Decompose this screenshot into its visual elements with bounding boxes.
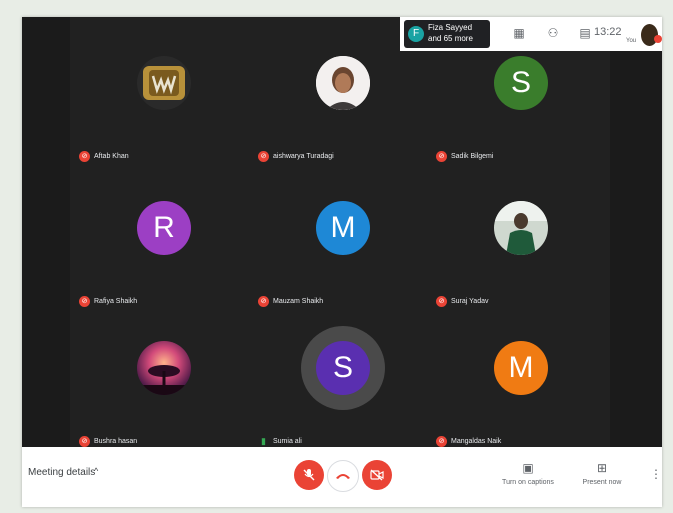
participant-name: Bushra hasan: [94, 438, 138, 445]
video-grid: ⊘ Aftab Khan ⊘ aishwarya Turadagi S ⊘ Sa…: [22, 17, 662, 447]
leave-call-button[interactable]: [327, 460, 359, 492]
initial-avatar: S: [494, 56, 548, 110]
people-icon[interactable]: ⚇: [546, 26, 560, 40]
viewer-name: Fiza Sayyed: [428, 23, 473, 32]
clock-time: 13:22: [594, 26, 622, 38]
participant-tile[interactable]: ⊘ aishwarya Turadagi: [256, 32, 406, 162]
participant-tile[interactable]: ⊘ Suraj Yadav: [434, 177, 584, 307]
muted-mic-icon: ⊘: [79, 151, 90, 162]
present-label: Present now: [582, 479, 622, 486]
participant-tile-speaking[interactable]: S ▮ Sumia ali: [256, 317, 406, 447]
participants-chip[interactable]: F Fiza Sayyed and 65 more: [404, 20, 490, 48]
muted-mic-icon: ⊘: [436, 296, 447, 307]
participant-name: aishwarya Turadagi: [273, 153, 334, 160]
captions-label: Turn on captions: [502, 479, 554, 486]
meeting-details-button[interactable]: Meeting details: [28, 467, 95, 478]
info-icon[interactable]: ▦: [512, 26, 526, 40]
participant-name: Mangaldas Naik: [451, 438, 502, 445]
camera-off-button[interactable]: [362, 460, 392, 490]
participant-tile[interactable]: M ⊘ Mangaldas Naik: [434, 317, 584, 447]
present-now-button[interactable]: ⊞ Present now: [578, 461, 626, 486]
muted-mic-icon: ⊘: [79, 436, 90, 447]
initial-avatar: S: [316, 341, 370, 395]
mic-active-icon: ▮: [261, 436, 266, 446]
participant-tile[interactable]: S ⊘ Sadik Bilgemi: [434, 32, 584, 162]
participant-name: Sumia ali: [273, 438, 302, 445]
viewer-text: Fiza Sayyed and 65 more: [428, 22, 488, 44]
participant-name: Suraj Yadav: [451, 298, 489, 305]
muted-mic-icon: ⊘: [258, 151, 269, 162]
mic-off-button[interactable]: [294, 460, 324, 490]
you-label: You: [626, 38, 637, 44]
initial-avatar: M: [316, 201, 370, 255]
initial-avatar: M: [494, 341, 548, 395]
chat-icon[interactable]: ▤: [578, 26, 592, 40]
participant-name: Mauzam Shaikh: [273, 298, 324, 305]
present-icon: ⊞: [596, 461, 608, 475]
participant-tile[interactable]: ⊘ Bushra hasan: [77, 317, 227, 447]
chevron-up-icon[interactable]: ^: [94, 466, 98, 476]
more-options-icon[interactable]: ⋮: [650, 467, 662, 481]
participant-tile[interactable]: R ⊘ Rafiya Shaikh: [77, 177, 227, 307]
bottom-control-bar: Meeting details ^ ▣ Turn on captions ⊞ P…: [22, 447, 662, 507]
participant-name: Rafiya Shaikh: [94, 298, 138, 305]
meet-window: ⊘ Aftab Khan ⊘ aishwarya Turadagi S ⊘ Sa…: [22, 17, 662, 507]
participant-tile[interactable]: ⊘ Aftab Khan: [77, 32, 227, 162]
muted-mic-icon: ⊘: [436, 151, 447, 162]
viewer-more: and 65 more: [428, 34, 473, 43]
initial-avatar: R: [137, 201, 191, 255]
captions-button[interactable]: ▣ Turn on captions: [498, 461, 558, 486]
muted-mic-icon: ⊘: [79, 296, 90, 307]
top-right-bar: F Fiza Sayyed and 65 more ▦ ⚇ ▤ 13:22 Yo…: [400, 17, 662, 51]
captions-icon: ▣: [522, 461, 534, 475]
muted-mic-icon: ⊘: [436, 436, 447, 447]
grid-margin-right: [610, 17, 662, 447]
participant-photo: [137, 341, 191, 395]
self-muted-indicator: [654, 35, 662, 43]
participant-name: Sadik Bilgemi: [451, 153, 494, 160]
grid-margin-left: [22, 17, 70, 447]
participant-photo: [137, 56, 191, 110]
muted-mic-icon: ⊘: [258, 296, 269, 307]
participant-photo: [316, 56, 370, 110]
viewer-avatar: F: [408, 26, 424, 42]
participant-name: Aftab Khan: [94, 153, 129, 160]
participant-tile[interactable]: M ⊘ Mauzam Shaikh: [256, 177, 406, 307]
participant-photo: [494, 201, 548, 255]
